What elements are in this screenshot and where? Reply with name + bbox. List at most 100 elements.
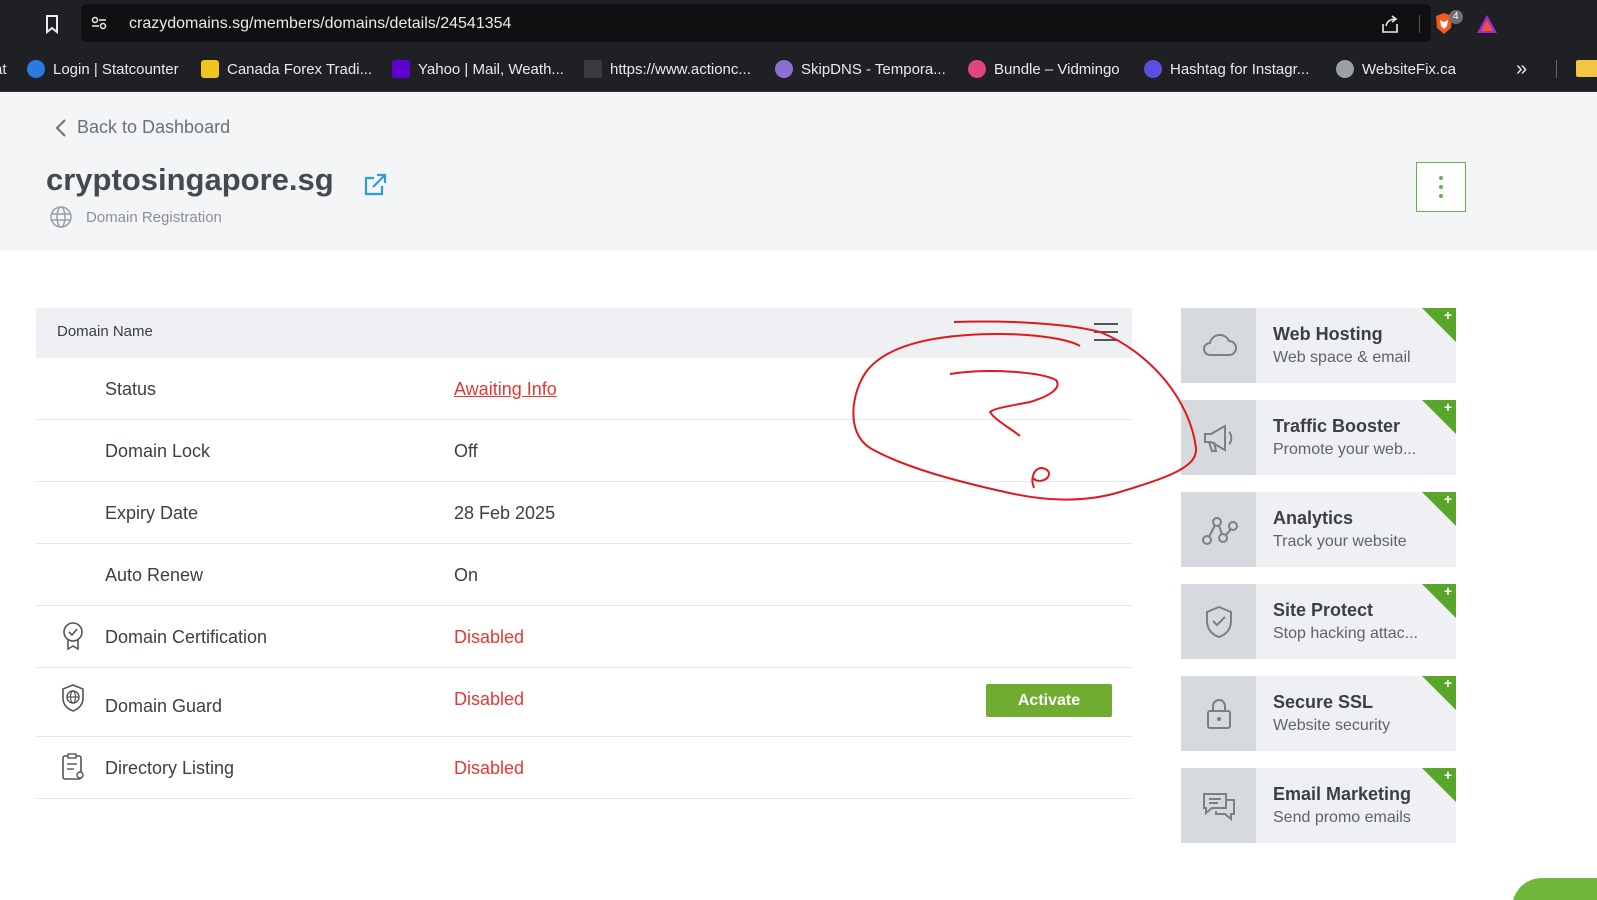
card-title: Traffic Booster: [1273, 416, 1401, 436]
row-label: Directory Listing: [105, 758, 235, 778]
cloud-icon: [1202, 333, 1237, 356]
shields-count-badge: 4: [1449, 10, 1463, 24]
card-site-protect[interactable]: Site Protect Stop hacking attac... +: [1181, 584, 1456, 659]
card-analytics[interactable]: Analytics Track your website +: [1181, 492, 1456, 567]
url-text[interactable]: crazydomains.sg/members/domains/details/…: [129, 15, 511, 33]
domain-type-label: Domain Registration: [86, 209, 222, 226]
bookmark-item-websitefix[interactable]: WebsiteFix.ca: [1336, 58, 1456, 80]
bookmark-label: Canada Forex Tradi...: [227, 60, 373, 78]
page-icon: [584, 60, 602, 78]
detail-row-auto-renew: Auto Renew On: [36, 544, 1132, 606]
bookmarks-divider: [1556, 60, 1557, 78]
status-value-link[interactable]: Awaiting Info: [454, 379, 557, 400]
bookmark-item-actionc[interactable]: https://www.actionc...: [584, 58, 751, 80]
row-value: Disabled: [454, 689, 525, 709]
chevron-left-icon: [55, 118, 66, 137]
brave-rewards-icon[interactable]: [1475, 13, 1499, 35]
detail-row-domain-lock: Domain Lock Off: [36, 420, 1132, 482]
card-subtitle: Web space & email: [1273, 349, 1411, 366]
bookmarks-bar: at Login | Statcounter Canada Forex Trad…: [0, 46, 1597, 92]
card-subtitle: Promote your web...: [1273, 441, 1417, 458]
shield-check-icon: [1205, 605, 1232, 638]
detail-row-directory-listing: Directory Listing Disabled: [36, 737, 1132, 799]
detail-row-status: Status Awaiting Info: [36, 358, 1132, 420]
bookmark-item-canada-forex[interactable]: Canada Forex Tradi...: [201, 58, 372, 80]
card-icon-box: [1181, 400, 1256, 475]
bookmark-label: Hashtag for Instagr...: [1170, 60, 1310, 78]
plus-icon: +: [1443, 676, 1452, 691]
more-options-button[interactable]: [1416, 162, 1466, 212]
card-subtitle: Website security: [1273, 717, 1391, 734]
bookmark-icon[interactable]: [40, 12, 64, 36]
card-icon-box: [1181, 492, 1256, 567]
bookmark-label: WebsiteFix.ca: [1362, 60, 1456, 78]
bookmark-item-yahoo[interactable]: Yahoo | Mail, Weath...: [392, 58, 564, 80]
row-value: Disabled: [454, 627, 525, 647]
plus-icon: +: [1443, 308, 1452, 323]
row-value: Off: [454, 441, 478, 461]
clipboard-location-icon: [62, 753, 84, 780]
card-subtitle: Track your website: [1273, 533, 1407, 550]
card-traffic-booster[interactable]: Traffic Booster Promote your web... +: [1181, 400, 1456, 475]
skipdns-icon: [775, 60, 793, 78]
address-bar[interactable]: crazydomains.sg/members/domains/details/…: [81, 4, 1497, 42]
card-icon-box: [1181, 676, 1256, 751]
card-subtitle: Send promo emails: [1273, 809, 1411, 826]
external-link-icon[interactable]: [362, 172, 388, 198]
card-title: Site Protect: [1273, 600, 1374, 620]
hashtag-icon: [1144, 60, 1162, 78]
bookmark-item-hashtag[interactable]: Hashtag for Instagr...: [1144, 58, 1309, 80]
card-secure-ssl[interactable]: Secure SSL Website security +: [1181, 676, 1456, 751]
bookmark-item-skipdns[interactable]: SkipDNS - Tempora...: [775, 58, 946, 80]
row-label: Auto Renew: [105, 565, 204, 585]
chat-icon: [1202, 792, 1235, 821]
share-icon[interactable]: [1379, 14, 1401, 36]
bookmark-label: SkipDNS - Tempora...: [801, 60, 946, 78]
card-email-marketing[interactable]: Email Marketing Send promo emails +: [1181, 768, 1456, 843]
browser-toolbar: crazydomains.sg/members/domains/details/…: [0, 0, 1597, 46]
toolbar-divider: [1419, 15, 1420, 33]
bookmark-item-vidmingo[interactable]: Bundle – Vidmingo: [968, 58, 1120, 80]
megaphone-icon: [1203, 423, 1232, 452]
bookmark-label: Login | Statcounter: [53, 60, 179, 78]
kebab-dot: [1439, 185, 1443, 189]
upsell-cards: Web Hosting Web space & email + Traffic …: [1181, 308, 1456, 860]
back-to-dashboard-link[interactable]: Back to Dashboard: [55, 117, 230, 138]
row-label: Domain Lock: [105, 441, 211, 461]
bookmark-item-partial[interactable]: at: [0, 58, 7, 80]
lock-icon: [1206, 698, 1231, 729]
activate-button[interactable]: Activate: [986, 684, 1112, 717]
card-icon-box: [1181, 768, 1256, 843]
bookmark-label: https://www.actionc...: [610, 60, 751, 78]
plus-icon: +: [1443, 400, 1452, 415]
card-web-hosting[interactable]: Web Hosting Web space & email +: [1181, 308, 1456, 383]
domain-details-table: Domain Name Status Awaiting Info Domain …: [36, 308, 1132, 799]
details-header: Domain Name: [36, 308, 1132, 358]
certificate-icon: [63, 622, 83, 651]
row-label: Domain Certification: [105, 627, 268, 647]
bundle-icon: [968, 60, 986, 78]
bookmark-item-statcounter[interactable]: Login | Statcounter: [27, 58, 179, 80]
card-title: Email Marketing: [1273, 784, 1412, 804]
page-title: cryptosingapore.sg: [46, 162, 334, 197]
detail-row-expiry-date: Expiry Date 28 Feb 2025: [36, 482, 1132, 544]
card-subtitle: Stop hacking attac...: [1273, 625, 1418, 642]
yahoo-icon: [392, 60, 410, 78]
site-settings-icon[interactable]: [89, 13, 109, 33]
menu-icon[interactable]: [1094, 323, 1118, 343]
live-chat-button[interactable]: [1512, 878, 1597, 900]
detail-row-domain-certification: Domain Certification Disabled: [36, 606, 1132, 668]
card-icon-box: [1181, 584, 1256, 659]
maple-leaf-icon: [201, 60, 219, 78]
domain-header: Back to Dashboard cryptosingapore.sg Dom…: [0, 92, 1597, 251]
plus-icon: +: [1443, 492, 1452, 507]
bookmark-label: Yahoo | Mail, Weath...: [418, 60, 564, 78]
more-bookmarks-icon[interactable]: »: [1516, 58, 1527, 81]
plus-icon: +: [1443, 584, 1452, 599]
row-value: Disabled: [454, 758, 525, 778]
folder-icon[interactable]: [1576, 60, 1597, 77]
card-title: Secure SSL: [1273, 692, 1374, 712]
back-label: Back to Dashboard: [77, 117, 231, 137]
row-label: Status: [105, 379, 157, 399]
globe-icon: [1336, 60, 1354, 78]
